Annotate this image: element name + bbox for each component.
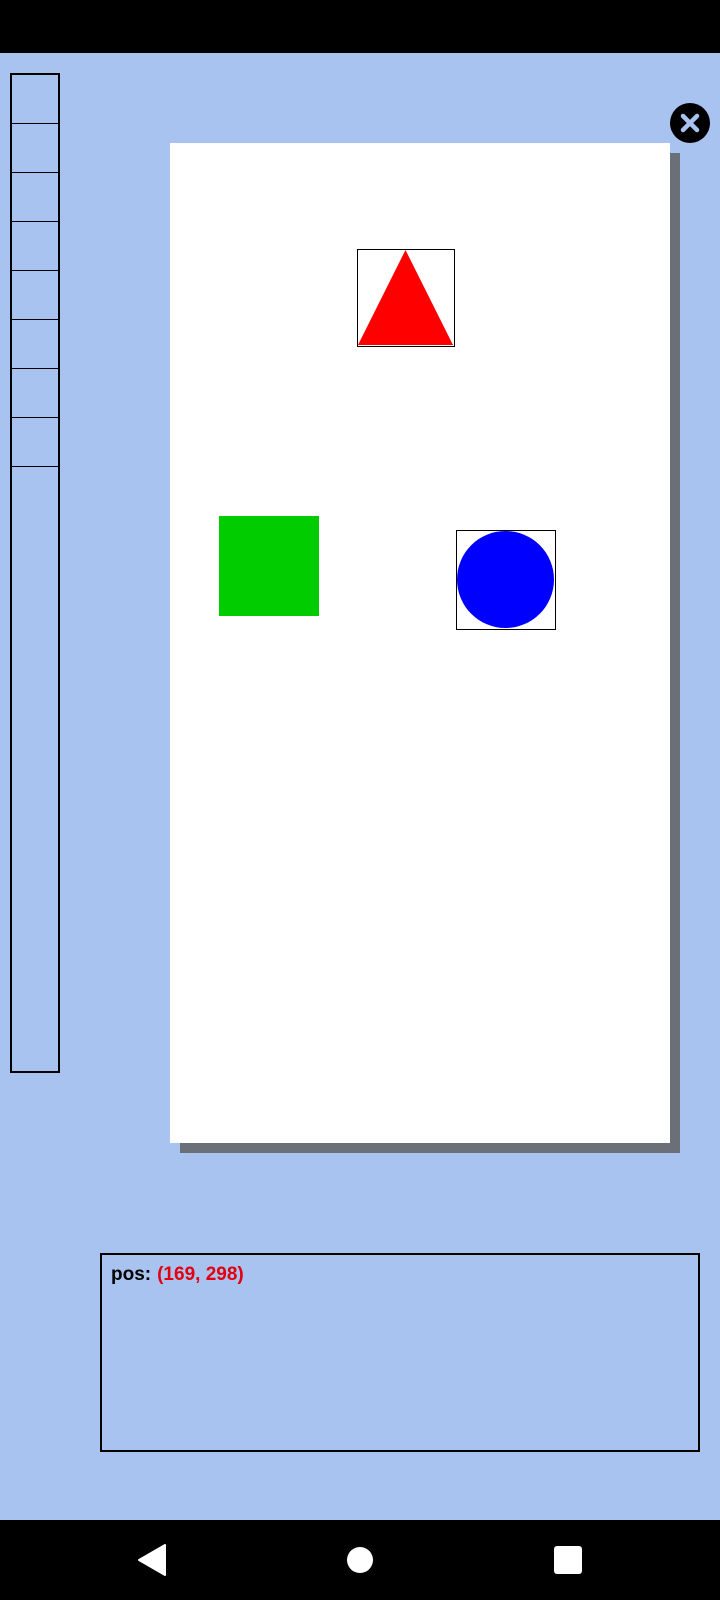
palette-slot-1[interactable] — [12, 75, 58, 124]
recents-square-icon — [554, 1546, 582, 1574]
close-icon — [680, 113, 700, 133]
pos-value: (169, 298) — [157, 1264, 244, 1285]
palette-slot-6[interactable] — [12, 320, 58, 369]
back-button[interactable] — [132, 1540, 172, 1580]
palette-slot-8[interactable] — [12, 418, 58, 467]
home-circle-icon — [347, 1547, 373, 1573]
green-square-shape[interactable] — [219, 516, 319, 616]
info-panel: pos: (169, 298) — [100, 1253, 700, 1452]
pos-label: pos: — [111, 1264, 152, 1285]
red-triangle-shape[interactable] — [357, 249, 455, 347]
circle-icon — [457, 531, 554, 628]
back-triangle-icon — [138, 1544, 166, 1576]
home-button[interactable] — [340, 1540, 380, 1580]
close-button[interactable] — [670, 103, 710, 143]
palette-slot-3[interactable] — [12, 173, 58, 222]
status-bar — [0, 0, 720, 53]
position-readout: pos: (169, 298) — [111, 1264, 244, 1286]
tool-palette — [10, 73, 60, 1073]
palette-slot-5[interactable] — [12, 271, 58, 320]
recents-button[interactable] — [548, 1540, 588, 1580]
palette-slot-4[interactable] — [12, 222, 58, 271]
triangle-icon — [358, 250, 453, 345]
blue-circle-shape[interactable] — [456, 530, 556, 630]
palette-slot-7[interactable] — [12, 369, 58, 418]
palette-slot-2[interactable] — [12, 124, 58, 173]
